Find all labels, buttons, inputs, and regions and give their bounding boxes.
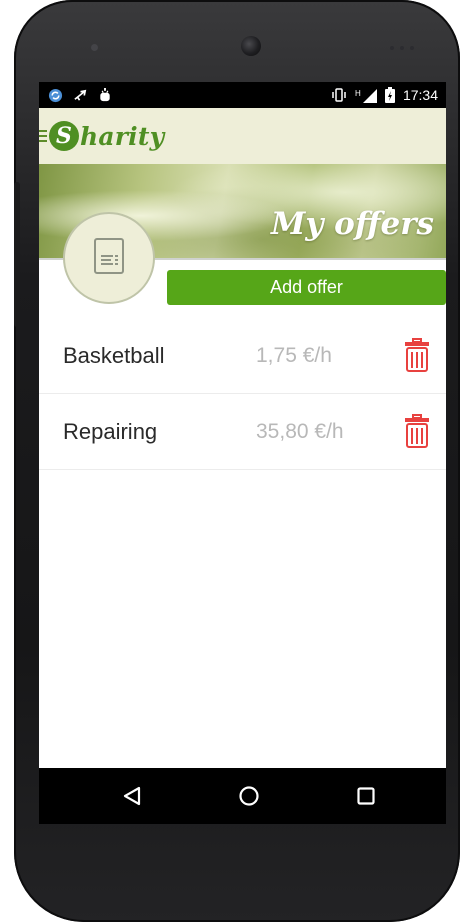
trash-icon[interactable] xyxy=(404,414,430,448)
android-debug-icon xyxy=(98,87,112,103)
page-title: My offers xyxy=(271,206,434,242)
logo-initial: S xyxy=(49,121,79,151)
signal-h-icon: H xyxy=(355,88,377,103)
offer-price: 35,80 €/h xyxy=(256,419,344,443)
add-offer-button[interactable]: Add offer xyxy=(167,270,446,305)
hamburger-icon[interactable] xyxy=(39,130,47,142)
status-time: 17:34 xyxy=(402,87,438,103)
vibrate-icon xyxy=(331,88,347,102)
list-item[interactable]: Repairing 35,80 €/h xyxy=(39,394,446,470)
sync-icon xyxy=(48,88,63,103)
status-bar: H 17:34 xyxy=(39,82,446,108)
offer-price: 1,75 €/h xyxy=(256,343,332,367)
proximity-sensor xyxy=(91,44,98,51)
front-camera xyxy=(241,36,261,56)
navigation-bar xyxy=(39,768,446,824)
screen: H 17:34 S harity My offers Add offer Bas… xyxy=(39,82,446,824)
logo-text: harity xyxy=(80,121,165,151)
list-item[interactable]: Basketball 1,75 €/h xyxy=(39,318,446,394)
power-button xyxy=(14,182,20,327)
app-logo: S harity xyxy=(49,121,164,151)
recents-square-icon[interactable] xyxy=(336,768,396,824)
battery-charging-icon xyxy=(384,87,395,103)
network-label: H xyxy=(355,89,361,98)
app-bar: S harity xyxy=(39,108,446,164)
offer-name: Repairing xyxy=(63,418,158,444)
back-triangle-icon[interactable] xyxy=(102,768,162,824)
home-circle-icon[interactable] xyxy=(219,768,279,824)
document-list-icon xyxy=(94,237,124,279)
speaker-dots xyxy=(390,46,414,50)
usb-icon xyxy=(73,88,88,103)
trash-icon[interactable] xyxy=(404,338,430,372)
offers-list: Basketball 1,75 €/h Repairing 35,80 €/h xyxy=(39,318,446,470)
offer-name: Basketball xyxy=(63,342,165,368)
avatar xyxy=(63,212,155,304)
